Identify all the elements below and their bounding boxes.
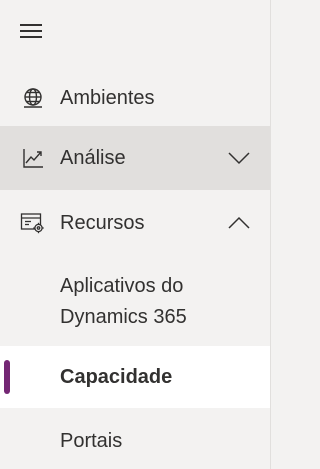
nav-item-label: Ambientes: [60, 87, 155, 109]
chart-line-icon: [20, 145, 46, 171]
nav-item-analise[interactable]: Análise: [0, 126, 270, 190]
settings-window-icon: [20, 210, 46, 236]
nav-item-recursos[interactable]: Recursos: [0, 198, 270, 248]
selected-indicator: [4, 360, 10, 394]
nav-item-label: Recursos: [60, 212, 145, 234]
nav-subitem-capacidade[interactable]: Capacidade: [0, 346, 270, 408]
globe-icon: [20, 85, 46, 111]
nav-subitem-label: Capacidade: [60, 366, 173, 388]
nav-subitem-label: Portais: [60, 430, 123, 452]
nav-item-ambientes[interactable]: Ambientes: [0, 78, 270, 118]
nav-subitem-aplicativos-dynamics-365[interactable]: Aplicativos do Dynamics 365: [0, 264, 270, 340]
chevron-up-icon[interactable]: [228, 216, 250, 230]
nav-subitem-label: Aplicativos do Dynamics 365: [60, 275, 187, 328]
hamburger-icon[interactable]: [20, 24, 42, 38]
left-navigation: Ambientes Análise Recursos Aplicativos d…: [0, 0, 271, 469]
nav-subitem-portais[interactable]: Portais: [0, 418, 270, 464]
nav-item-label: Análise: [60, 147, 126, 169]
chevron-down-icon[interactable]: [228, 151, 250, 165]
